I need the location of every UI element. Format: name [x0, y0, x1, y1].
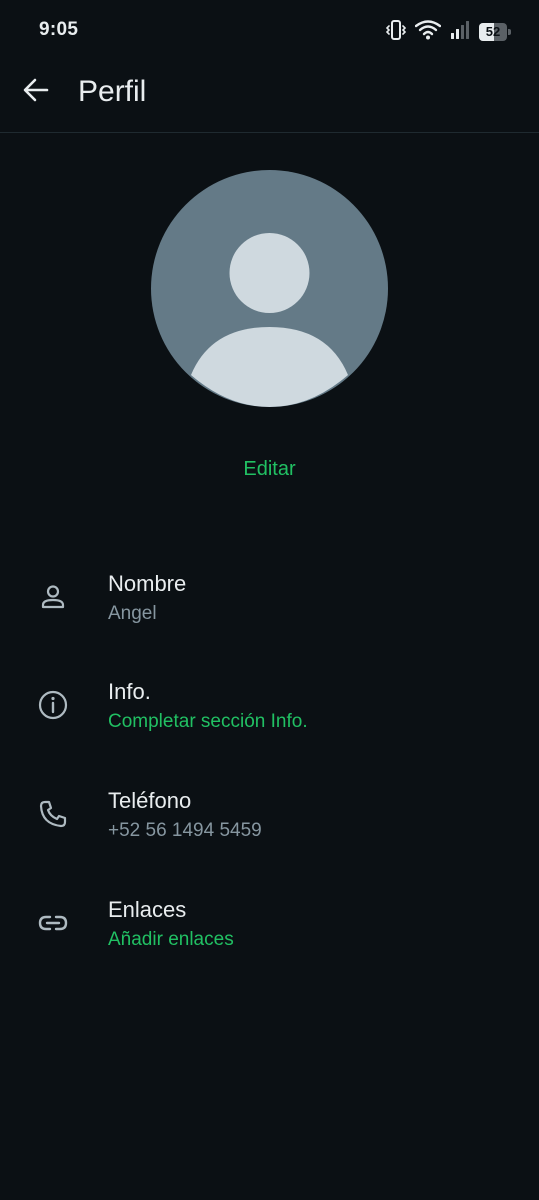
field-telefono[interactable]: Teléfono +52 56 1494 5459 [0, 787, 539, 875]
wifi-icon [414, 19, 442, 45]
field-enlaces[interactable]: Enlaces Añadir enlaces [0, 896, 539, 984]
app-bar: Perfil [0, 62, 539, 133]
status-time: 9:05 [39, 19, 79, 40]
battery-percent: 52 [485, 24, 501, 39]
field-label: Teléfono [108, 788, 192, 813]
field-value: Angel [108, 603, 157, 624]
status-icons: 52 [385, 19, 511, 46]
person-icon [36, 580, 70, 614]
page-title: Perfil [78, 75, 147, 108]
field-value: +52 56 1494 5459 [108, 820, 262, 841]
field-label: Nombre [108, 571, 187, 596]
field-nombre[interactable]: Nombre Angel [0, 570, 539, 658]
field-value: Completar sección Info. [108, 711, 308, 732]
phone-icon [36, 797, 70, 831]
signal-icon [450, 20, 470, 45]
field-info[interactable]: Info. Completar sección Info. [0, 678, 539, 766]
profile-avatar[interactable] [151, 170, 388, 407]
info-icon [36, 688, 70, 722]
battery-icon: 52 [479, 23, 511, 41]
arrow-left-icon [22, 76, 50, 109]
field-label: Info. [108, 679, 151, 704]
back-button[interactable] [14, 70, 58, 114]
field-label: Enlaces [108, 897, 187, 922]
edit-photo-link[interactable]: Editar [0, 458, 539, 481]
field-value: Añadir enlaces [108, 929, 234, 950]
vibrate-icon [385, 19, 407, 46]
link-icon [36, 906, 70, 940]
status-bar: 9:05 52 [0, 0, 539, 62]
default-avatar-icon [191, 233, 348, 407]
